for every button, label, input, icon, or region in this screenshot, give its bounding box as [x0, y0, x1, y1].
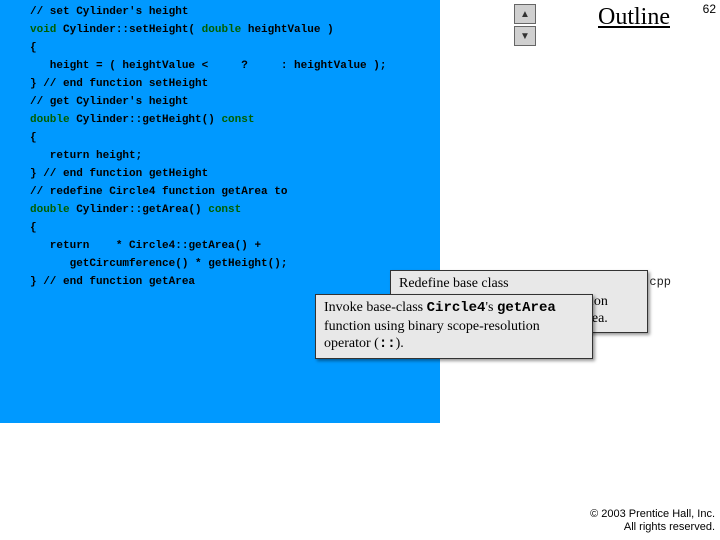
code-text: double Cylinder::getHeight() const	[0, 111, 440, 129]
code-block: // set Cylinder's height void Cylinder::…	[0, 0, 440, 423]
copyright-line2: All rights reserved.	[590, 521, 715, 534]
keyword-return: return	[30, 150, 89, 162]
code-text: // set Cylinder's height	[0, 3, 440, 21]
callout-invoke: Invoke base-class Circle4's getArea func…	[315, 294, 593, 359]
code-text: height = ( heightValue < ? : heightValue…	[0, 57, 440, 75]
copyright-line1: © 2003 Prentice Hall, Inc.	[590, 508, 715, 521]
code-text: } // end function getHeight	[0, 165, 440, 183]
outline-link[interactable]: Outline	[598, 4, 670, 31]
code-text: {	[0, 219, 440, 237]
keyword-return: return	[30, 240, 89, 252]
code-text: {	[0, 39, 440, 57]
nav-up-button[interactable]: ▲	[514, 4, 536, 24]
chevron-up-icon: ▲	[520, 9, 530, 20]
copyright: © 2003 Prentice Hall, Inc. All rights re…	[590, 508, 715, 534]
keyword-double: double	[30, 204, 70, 216]
code-text: // get Cylinder's height	[0, 93, 440, 111]
chevron-down-icon: ▼	[520, 31, 530, 42]
page-number: 62	[703, 2, 716, 16]
nav-down-button[interactable]: ▼	[514, 26, 536, 46]
keyword-double: double	[30, 114, 70, 126]
code-text: } // end function setHeight	[0, 75, 440, 93]
code-text: return * Circle4::getArea() +	[0, 237, 440, 255]
keyword-double: double	[202, 24, 242, 36]
keyword-const: const	[221, 114, 254, 126]
code-text: // redefine Circle4 function getArea to	[0, 183, 440, 201]
nav-buttons: ▲ ▼	[514, 4, 536, 46]
keyword-const: const	[208, 204, 241, 216]
code-text: double Cylinder::getArea() const	[0, 201, 440, 219]
code-text: return height;	[0, 147, 440, 165]
code-text: {	[0, 129, 440, 147]
keyword-void: void	[30, 24, 56, 36]
code-text: } // end function getArea	[0, 273, 440, 291]
code-text: getCircumference() * getHeight();	[0, 255, 440, 273]
code-text: void Cylinder::setHeight( double heightV…	[0, 21, 440, 39]
